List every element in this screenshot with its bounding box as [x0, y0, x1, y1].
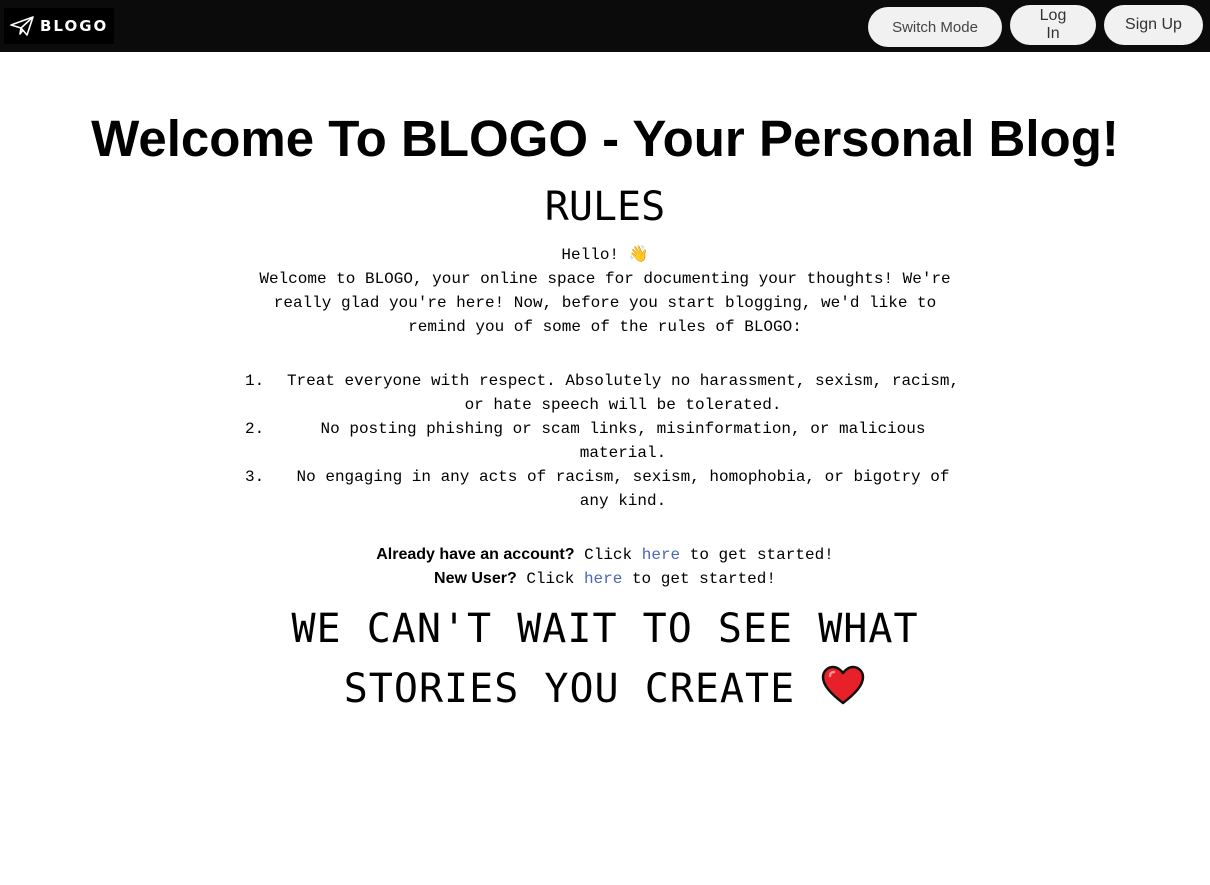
- existing-user-label: Already have an account?: [376, 546, 575, 563]
- rule-item: 1. Treat everyone with respect. Absolute…: [245, 369, 965, 417]
- brand-name: BLOGO: [40, 17, 109, 35]
- log-in-button[interactable]: Log In: [1010, 5, 1096, 45]
- brand-logo[interactable]: BLOGO: [4, 8, 115, 44]
- rules-list: 1. Treat everyone with respect. Absolute…: [245, 369, 965, 513]
- main-content: Welcome To BLOGO - Your Personal Blog! R…: [0, 52, 1210, 723]
- account-links: Already have an account? Click here to g…: [0, 543, 1210, 591]
- rule-text: Treat everyone with respect. Absolutely …: [286, 372, 960, 414]
- rule-number: 2.: [245, 420, 265, 438]
- nav-buttons: Switch Mode Log In Sign Up: [868, 5, 1203, 47]
- intro-text: Welcome to BLOGO, your online space for …: [259, 270, 951, 336]
- rule-text: No engaging in any acts of racism, sexis…: [296, 468, 950, 510]
- new-user-line: New User? Click here to get started!: [0, 567, 1210, 591]
- rule-number: 3.: [245, 468, 265, 486]
- new-user-pre: Click: [516, 570, 584, 588]
- intro-section: Hello! 👋 Welcome to BLOGO, your online s…: [245, 243, 965, 339]
- sign-up-button[interactable]: Sign Up: [1104, 5, 1203, 45]
- rule-item: 3. No engaging in any acts of racism, se…: [245, 465, 965, 513]
- signup-here-link[interactable]: here: [584, 570, 622, 588]
- login-here-link[interactable]: here: [642, 546, 680, 564]
- navbar: BLOGO Switch Mode Log In Sign Up: [0, 0, 1210, 52]
- closing-message: WE CAN'T WAIT TO SEE WHAT STORIES YOU CR…: [285, 599, 925, 723]
- new-user-post: to get started!: [622, 570, 776, 588]
- rule-text: No posting phishing or scam links, misin…: [320, 420, 926, 462]
- paper-plane-icon: [10, 16, 34, 36]
- existing-user-line: Already have an account? Click here to g…: [0, 543, 1210, 567]
- existing-user-pre: Click: [574, 546, 642, 564]
- page-title: Welcome To BLOGO - Your Personal Blog!: [91, 110, 1119, 167]
- switch-mode-button[interactable]: Switch Mode: [868, 7, 1002, 47]
- rules-heading: RULES: [544, 184, 666, 230]
- new-user-label: New User?: [434, 570, 517, 587]
- greeting: Hello! 👋: [561, 246, 649, 264]
- existing-user-post: to get started!: [680, 546, 834, 564]
- rule-number: 1.: [245, 372, 265, 390]
- rule-item: 2. No posting phishing or scam links, mi…: [245, 417, 965, 465]
- heart-icon: [820, 663, 866, 723]
